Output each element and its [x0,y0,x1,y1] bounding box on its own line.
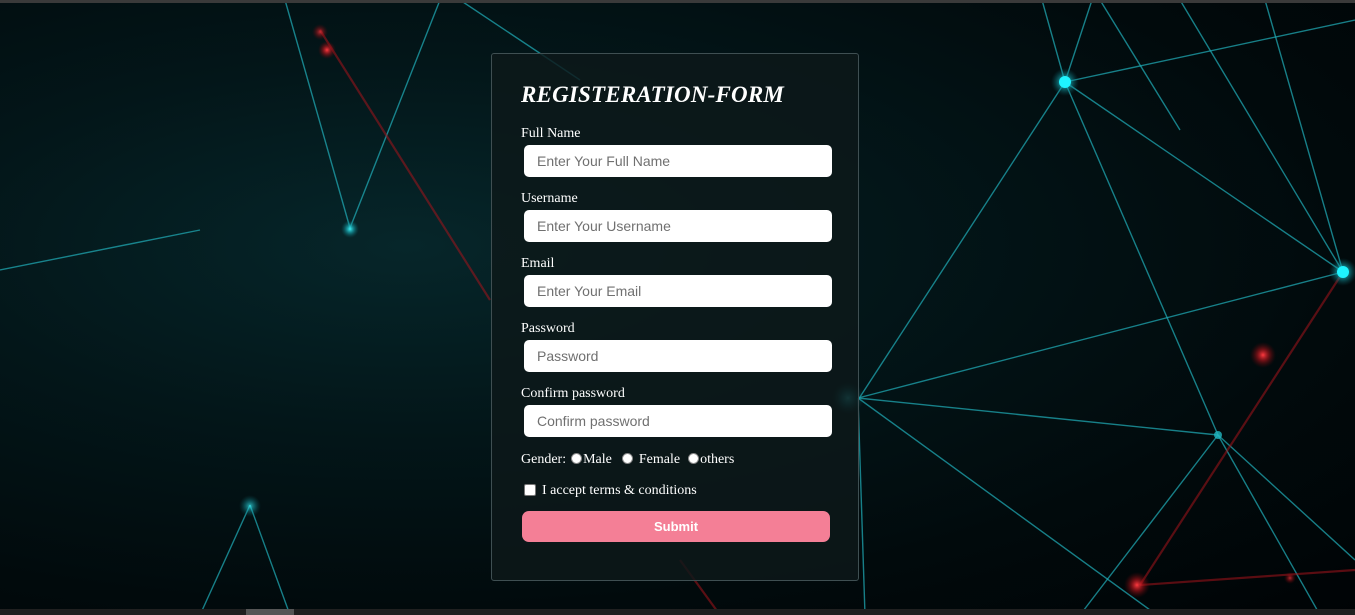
form-title: REGISTERATION-FORM [521,82,785,107]
gender-row: Gender: Male Female others [521,452,739,468]
full-name-label: Full Name [521,126,581,141]
terms-checkbox[interactable] [524,484,536,496]
registration-form: REGISTERATION-FORM Full Name Username Em… [491,53,859,581]
username-label: Username [521,191,578,206]
full-name-input[interactable] [524,145,832,177]
horizontal-scrollbar[interactable] [0,609,1355,615]
gender-male-radio[interactable] [571,452,583,464]
email-label: Email [521,256,555,271]
password-label: Password [521,321,575,336]
gender-label: Gender: [521,452,567,467]
terms-label: I accept terms & conditions [542,483,697,498]
submit-button[interactable]: Submit [522,511,830,542]
password-input[interactable] [524,340,832,372]
username-input[interactable] [524,210,832,242]
registration-page: REGISTERATION-FORM Full Name Username Em… [0,0,1355,615]
confirm-password-input[interactable] [524,405,832,437]
terms-row: I accept terms & conditions [524,483,697,499]
gender-others-radio[interactable] [688,452,700,464]
window-top-edge [0,0,1355,3]
email-input[interactable] [524,275,832,307]
scrollbar-thumb[interactable] [246,609,294,615]
gender-male-label: Male [583,452,612,467]
gender-female-label: Female [638,452,681,467]
gender-female-radio[interactable] [621,452,633,464]
confirm-password-label: Confirm password [521,386,625,401]
gender-others-label: others [700,452,735,467]
